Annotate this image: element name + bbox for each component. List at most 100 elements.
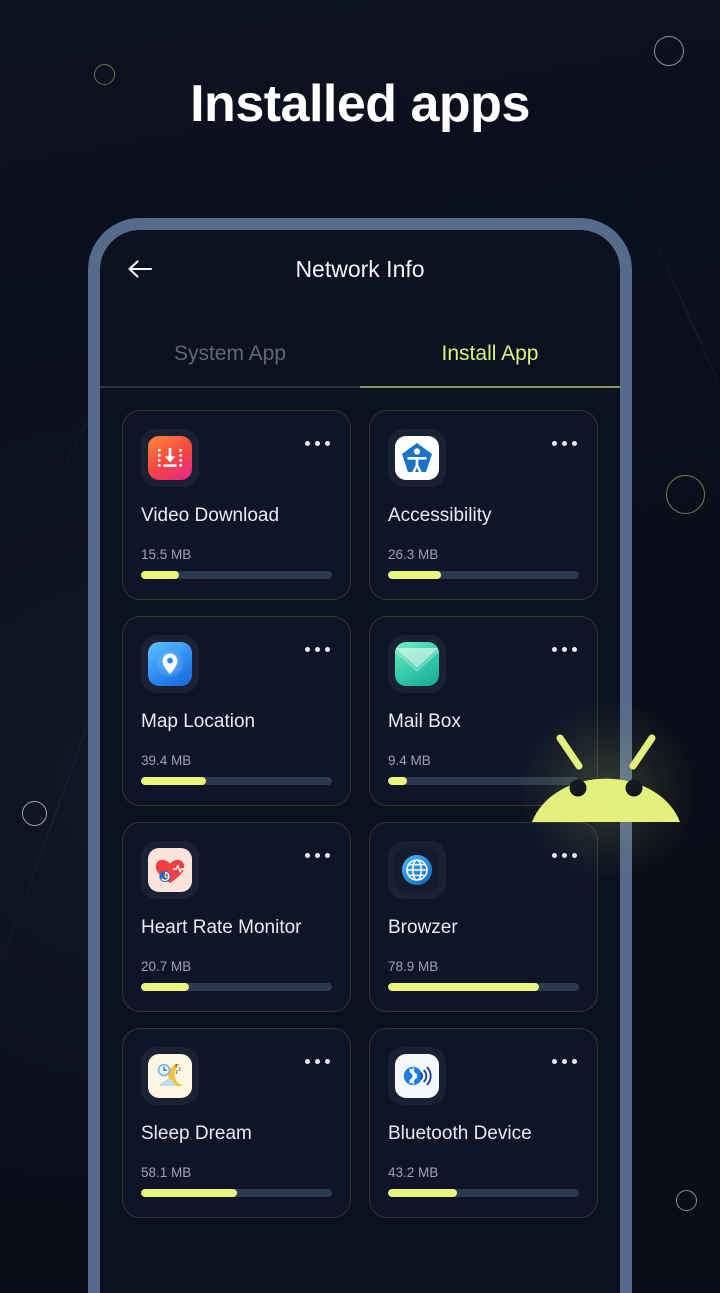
bluetooth-icon bbox=[395, 1054, 439, 1098]
app-size: 58.1 MB bbox=[141, 1165, 192, 1180]
app-size: 39.4 MB bbox=[141, 753, 192, 768]
app-card-header bbox=[141, 429, 332, 487]
app-storage-bar bbox=[141, 983, 332, 991]
phone-mockup-frame: Network Info System App Install App Vide… bbox=[88, 218, 632, 1293]
decor-circle bbox=[22, 801, 47, 826]
app-card-header bbox=[388, 841, 579, 899]
app-icon-tile bbox=[388, 429, 446, 487]
app-size: 9.4 MB bbox=[388, 753, 431, 768]
app-card[interactable]: Video Download 15.5 MB bbox=[122, 410, 351, 600]
tab-install-app-label: Install App bbox=[441, 342, 539, 365]
ellipsis-icon bbox=[552, 647, 557, 652]
accessibility-icon bbox=[395, 436, 439, 480]
tab-bar: System App Install App bbox=[100, 320, 620, 388]
heart-pulse-icon bbox=[148, 848, 192, 892]
app-storage-bar-fill bbox=[388, 571, 442, 579]
app-options-button[interactable] bbox=[295, 841, 332, 864]
app-size: 26.3 MB bbox=[388, 547, 439, 562]
app-card-header: zzz bbox=[141, 1047, 332, 1105]
decor-streak bbox=[629, 182, 720, 458]
app-storage-bar bbox=[388, 777, 579, 785]
ellipsis-icon bbox=[552, 853, 557, 858]
ellipsis-icon bbox=[552, 1059, 557, 1064]
tab-active-indicator bbox=[360, 386, 620, 388]
app-storage-bar-fill bbox=[141, 571, 180, 579]
app-card[interactable]: Heart Rate Monitor 20.7 MB bbox=[122, 822, 351, 1012]
app-icon-tile bbox=[388, 1047, 446, 1105]
app-card[interactable]: Bluetooth Device 43.2 MB bbox=[369, 1028, 598, 1218]
ellipsis-icon bbox=[305, 853, 310, 858]
map-pin-icon bbox=[148, 642, 192, 686]
app-storage-bar-fill bbox=[388, 1189, 457, 1197]
app-name: Mail Box bbox=[388, 711, 461, 732]
ellipsis-icon bbox=[305, 647, 310, 652]
app-icon-tile bbox=[388, 841, 446, 899]
app-size: 15.5 MB bbox=[141, 547, 192, 562]
app-icon-tile bbox=[141, 429, 199, 487]
app-options-button[interactable] bbox=[295, 635, 332, 658]
tab-install-app[interactable]: Install App bbox=[360, 320, 620, 388]
envelope-icon bbox=[395, 642, 439, 686]
app-options-button[interactable] bbox=[542, 841, 579, 864]
app-storage-bar bbox=[388, 983, 579, 991]
app-icon-tile bbox=[141, 635, 199, 693]
app-storage-bar-fill bbox=[388, 983, 539, 991]
app-storage-bar bbox=[388, 1189, 579, 1197]
page-title: Installed apps bbox=[190, 75, 530, 133]
app-name: Accessibility bbox=[388, 505, 492, 526]
decor-circle bbox=[676, 1190, 697, 1211]
app-card[interactable]: Accessibility 26.3 MB bbox=[369, 410, 598, 600]
app-storage-bar bbox=[141, 1189, 332, 1197]
app-card-header bbox=[388, 1047, 579, 1105]
app-name: Video Download bbox=[141, 505, 280, 526]
app-storage-bar-fill bbox=[141, 983, 189, 991]
app-name: Heart Rate Monitor bbox=[141, 917, 302, 938]
globe-icon bbox=[395, 848, 439, 892]
svg-text:z: z bbox=[179, 1067, 182, 1073]
app-storage-bar bbox=[141, 777, 332, 785]
app-card[interactable]: zzz Sleep Dream 58.1 MB bbox=[122, 1028, 351, 1218]
installed-apps-grid: Video Download 15.5 MB Accessibility 26.… bbox=[100, 388, 620, 1218]
ellipsis-icon bbox=[305, 441, 310, 446]
phone-screen: Network Info System App Install App Vide… bbox=[100, 230, 620, 1293]
ellipsis-icon bbox=[305, 1059, 310, 1064]
app-size: 20.7 MB bbox=[141, 959, 192, 974]
app-card[interactable]: Mail Box 9.4 MB bbox=[369, 616, 598, 806]
app-storage-bar bbox=[388, 571, 579, 579]
app-card-header bbox=[388, 635, 579, 693]
moon-clock-icon: zzz bbox=[148, 1054, 192, 1098]
back-button[interactable] bbox=[122, 251, 158, 287]
app-storage-bar-fill bbox=[141, 777, 206, 785]
tab-system-app[interactable]: System App bbox=[100, 320, 360, 388]
ellipsis-icon bbox=[552, 441, 557, 446]
app-options-button[interactable] bbox=[542, 635, 579, 658]
app-bar: Network Info bbox=[100, 230, 620, 308]
app-name: Bluetooth Device bbox=[388, 1123, 532, 1144]
app-card-header bbox=[141, 635, 332, 693]
app-name: Sleep Dream bbox=[141, 1123, 252, 1144]
app-bar-title: Network Info bbox=[295, 255, 425, 282]
app-name: Map Location bbox=[141, 711, 256, 732]
app-card[interactable]: Browzer 78.9 MB bbox=[369, 822, 598, 1012]
app-size: 78.9 MB bbox=[388, 959, 439, 974]
download-icon bbox=[148, 436, 192, 480]
tab-divider-line bbox=[100, 386, 360, 388]
app-card-header bbox=[388, 429, 579, 487]
app-size: 43.2 MB bbox=[388, 1165, 439, 1180]
arrow-left-icon bbox=[128, 260, 153, 278]
app-name: Browzer bbox=[388, 917, 458, 938]
app-storage-bar-fill bbox=[388, 777, 408, 785]
app-card-header bbox=[141, 841, 332, 899]
app-options-button[interactable] bbox=[542, 429, 579, 452]
app-options-button[interactable] bbox=[295, 1047, 332, 1070]
app-card[interactable]: Map Location 39.4 MB bbox=[122, 616, 351, 806]
app-options-button[interactable] bbox=[542, 1047, 579, 1070]
app-icon-tile bbox=[388, 635, 446, 693]
decor-circle bbox=[666, 475, 705, 514]
app-icon-tile: zzz bbox=[141, 1047, 199, 1105]
decor-circle bbox=[654, 36, 684, 66]
app-options-button[interactable] bbox=[295, 429, 332, 452]
app-storage-bar bbox=[141, 571, 332, 579]
app-storage-bar-fill bbox=[141, 1189, 237, 1197]
tab-system-app-label: System App bbox=[173, 342, 287, 365]
